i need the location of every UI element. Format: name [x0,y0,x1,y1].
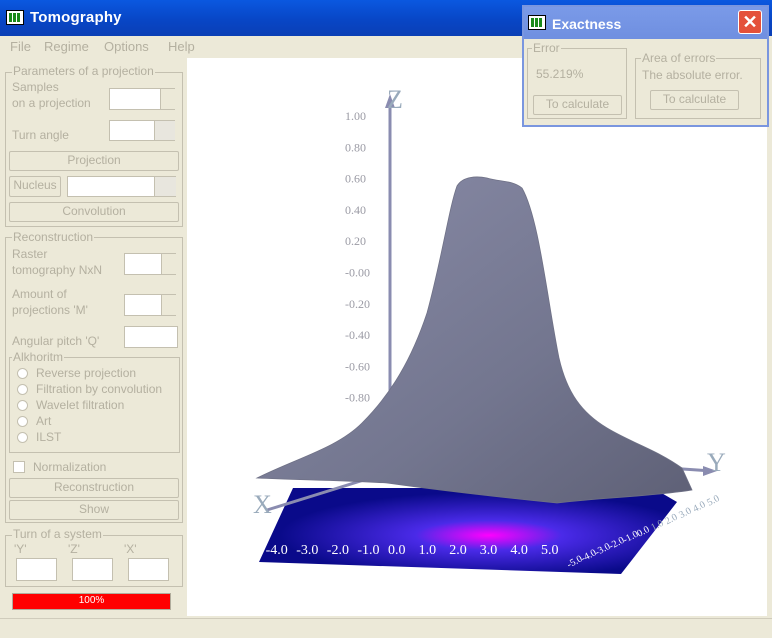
z-tick-label: 0.60 [345,172,366,186]
z-tick-label: -0.80 [345,391,370,405]
z-tick-label: 0.80 [345,140,366,154]
surface-plot-svg: 1.00 0.80 0.60 0.40 0.20 -0.00 -0.20 -0.40 -0.60… [235,85,726,574]
raster-spin-icon[interactable] [161,254,176,274]
normalization-checkbox[interactable] [13,461,25,473]
turn-angle-select[interactable] [109,120,175,141]
y-tick-label: 3.0 [677,505,693,521]
turn-angle-label: Turn angle [12,128,69,142]
algorithm-option-label: Reverse projection [36,366,137,380]
x-label: 'X' [124,542,137,556]
z-tick-label: -0.40 [345,328,370,342]
x-tick-label: 5.0 [541,543,559,558]
x-tick-label: 4.0 [510,543,528,558]
z-tick-label: 0.20 [345,234,366,248]
y-tick-label: 5.0 [705,493,721,509]
x-tick-label: 3.0 [480,543,498,558]
x-tick-label: -5.0 [235,543,257,558]
radio-art[interactable] [17,416,28,427]
angular-pitch-label: Angular pitch 'Q' [12,334,100,348]
chevron-down-icon[interactable] [154,121,175,140]
algorithm-title: Alkhoritm [12,350,65,364]
z-tick-labels: 1.00 0.80 0.60 0.40 0.20 -0.00 -0.20 -0.40 -0.60… [345,109,370,405]
error-calculate-button[interactable]: To calculate [533,95,622,115]
x-tick-label: -4.0 [266,543,288,558]
nucleus-button[interactable]: Nucleus [9,176,61,197]
exactness-title: Exactness [552,16,622,32]
amount-label-2: projections 'M' [12,303,88,317]
show-button[interactable]: Show [9,500,179,520]
x-tick-label: -1.0 [357,543,379,558]
y-label: 'Y' [14,542,27,556]
reconstruction-title: Reconstruction [12,230,95,244]
floor-heatmap [259,488,677,574]
z-tick-label: -0.60 [345,359,370,373]
area-calculate-button[interactable]: To calculate [650,90,739,110]
projections-stepper[interactable] [124,294,176,316]
algorithm-option-label: Wavelet filtration [36,398,125,412]
chevron-down-icon[interactable] [154,177,176,196]
samples-label: Samples [12,80,59,94]
area-errors-text: The absolute error. [642,68,743,82]
raster-stepper[interactable] [124,253,176,275]
menu-help[interactable]: Help [168,39,195,54]
menu-regime[interactable]: Regime [44,39,89,54]
turn-z-input[interactable] [72,558,113,581]
x-tick-label: -2.0 [327,543,349,558]
plot-area[interactable]: 1.00 0.80 0.60 0.40 0.20 -0.00 -0.20 -0.40 -0.60… [187,58,767,616]
menu-options[interactable]: Options [104,39,149,54]
algorithm-option-label: ILST [36,430,62,444]
x-tick-label: 1.0 [419,543,437,558]
app-icon [528,15,546,30]
convolution-button[interactable]: Convolution [9,202,179,222]
close-icon[interactable]: ✕ [738,10,762,34]
angular-pitch-input[interactable] [124,326,178,348]
raster-label: Raster [12,247,48,261]
gaussian-surface [255,176,693,504]
projection-button[interactable]: Projection [9,151,179,171]
y-axis-label: Y [707,448,726,477]
algorithm-option-label: Art [36,414,52,428]
radio-wavelet-filtration[interactable] [17,400,28,411]
amount-label: Amount of [12,287,67,301]
z-tick-label: 0.40 [345,203,366,217]
z-axis-label: Z [387,85,403,114]
status-bar [0,618,772,638]
error-value: 55.219% [536,67,584,81]
exactness-dialog: Exactness ✕ Error 55.219% To calculate A… [522,5,769,127]
radio-ilst[interactable] [17,432,28,443]
z-label: 'Z' [68,542,80,556]
area-errors-title: Area of errors [641,51,717,65]
projections-spin-icon[interactable] [161,295,176,315]
nucleus-select[interactable] [67,176,176,197]
turn-y-input[interactable] [16,558,57,581]
z-tick-label: -0.20 [345,297,370,311]
error-group-title: Error [532,41,561,55]
turn-system-title: Turn of a system [12,527,103,541]
reconstruction-button[interactable]: Reconstruction [9,478,179,498]
menu-file[interactable]: File [10,39,31,54]
projection-params-title: Parameters of a projection [12,64,155,78]
radio-reverse-projection[interactable] [17,368,28,379]
samples-label-2: on a projection [12,96,91,110]
window-title: Tomography [30,9,122,26]
app-icon [6,10,24,25]
normalization-label: Normalization [33,460,107,474]
turn-x-input[interactable] [128,558,169,581]
x-tick-label: 0.0 [388,543,406,558]
y-tick-label: 4.0 [691,499,707,515]
progress-text: 100% [78,595,105,606]
samples-stepper[interactable] [109,88,175,110]
x-axis-label: X [253,490,272,519]
x-tick-label: -3.0 [296,543,318,558]
radio-filtration-convolution[interactable] [17,384,28,395]
x-tick-label: 2.0 [449,543,467,558]
samples-spin-icon[interactable] [160,89,175,109]
x-tick-labels: -5.0 -4.0 -3.0 -2.0 -1.0 0.0 1.0 2.0 3.0 4.0 5.0 [235,543,559,558]
raster-label-2: tomography NxN [12,263,103,277]
z-tick-label: -0.00 [345,266,370,280]
algorithm-option-label: Filtration by convolution [36,382,163,396]
z-tick-label: 1.00 [345,109,366,123]
exactness-title-bar[interactable]: Exactness ✕ [524,7,767,39]
progress-bar: 100% [12,593,171,610]
